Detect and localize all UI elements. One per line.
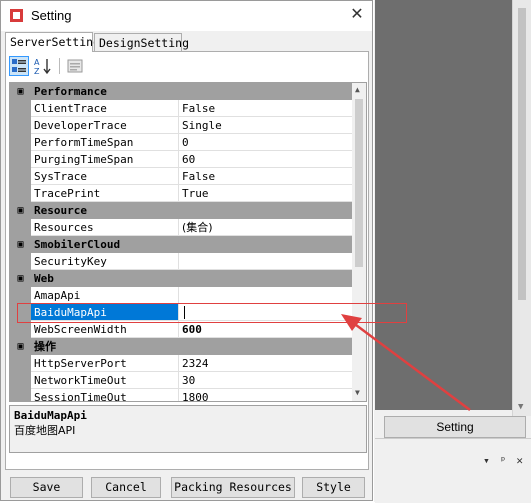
property-name: Resources — [31, 219, 179, 236]
title-bar[interactable]: Setting ✕ — [1, 1, 372, 31]
collapse-icon[interactable]: ▣ — [10, 236, 31, 253]
property-name: NetworkTimeOut — [31, 372, 179, 389]
property-value[interactable]: 0 — [179, 134, 352, 151]
svg-text:A: A — [34, 58, 40, 67]
pin-icon[interactable]: ᵖ — [500, 454, 507, 467]
property-name: SecurityKey — [31, 253, 179, 270]
property-pages-icon — [67, 59, 83, 73]
property-row[interactable]: HttpServerPort 2324 — [10, 355, 352, 372]
alphabetical-button[interactable]: A Z — [33, 56, 53, 76]
property-row[interactable]: SysTrace False — [10, 168, 352, 185]
setting-dialog: Setting ✕ ServerSetting DesignSetting A … — [0, 0, 373, 501]
description-panel: BaiduMapApi 百度地图API — [9, 405, 367, 453]
dropdown-icon[interactable]: ▾ — [483, 454, 490, 467]
style-button[interactable]: Style — [302, 477, 365, 498]
sort-alpha-icon: A Z — [34, 58, 51, 76]
property-name: ClientTrace — [31, 100, 179, 117]
property-value[interactable]: False — [179, 168, 352, 185]
property-name: SysTrace — [31, 168, 179, 185]
close-icon: ✕ — [350, 6, 364, 23]
app-icon — [10, 9, 23, 22]
description-text: 百度地图API — [14, 424, 76, 437]
window-title: Setting — [31, 8, 72, 23]
collapse-icon[interactable]: ▣ — [10, 202, 31, 219]
property-grid[interactable]: ▣ Performance ClientTrace False DeveloperT… — [9, 82, 367, 402]
ide-scroll-down-icon[interactable]: ▼ — [518, 402, 523, 412]
property-row[interactable]: DeveloperTrace Single — [10, 117, 352, 134]
property-value[interactable]: Single — [179, 117, 352, 134]
collapse-icon[interactable]: ▣ — [10, 338, 31, 355]
property-value[interactable]: 30 — [179, 372, 352, 389]
property-name: SessionTimeOut — [31, 389, 179, 401]
property-name: HttpServerPort — [31, 355, 179, 372]
category-label: Web — [34, 272, 54, 285]
property-row[interactable]: SecurityKey — [10, 253, 352, 270]
ide-scroll-thumb[interactable] — [518, 8, 526, 300]
categorized-button[interactable] — [9, 56, 29, 76]
property-row[interactable]: NetworkTimeOut 30 — [10, 372, 352, 389]
property-name: DeveloperTrace — [31, 117, 179, 134]
category-web[interactable]: ▣ Web — [10, 270, 352, 287]
category-label: Performance — [34, 85, 107, 98]
toolbar-separator — [59, 58, 60, 74]
property-name: WebScreenWidth — [31, 321, 179, 338]
grid-scrollbar[interactable]: ▲ ▼ — [352, 83, 366, 401]
grid-scroll-thumb[interactable] — [355, 99, 363, 267]
property-value[interactable]: 2324 — [179, 355, 352, 372]
property-row[interactable]: SessionTimeOut 1800 — [10, 389, 352, 401]
scroll-down-icon[interactable]: ▼ — [355, 388, 360, 397]
property-name: TracePrint — [31, 185, 179, 202]
designer-surface — [375, 0, 512, 410]
close-icon[interactable]: ✕ — [516, 454, 523, 467]
property-row[interactable]: ClientTrace False — [10, 100, 352, 117]
property-row[interactable]: TracePrint True — [10, 185, 352, 202]
ide-scrollbar[interactable]: ▼ — [512, 0, 531, 416]
property-row[interactable]: Resources (集合) — [10, 219, 352, 236]
ide-pane-strip: ▾ ᵖ ✕ — [375, 438, 531, 503]
category-operations[interactable]: ▣ 操作 — [10, 338, 352, 355]
collapse-icon[interactable]: ▣ — [10, 83, 31, 100]
cancel-button[interactable]: Cancel — [91, 477, 161, 498]
ide-setting-label: Setting — [436, 420, 474, 434]
category-label: Resource — [34, 204, 87, 217]
property-name: AmapApi — [31, 287, 179, 304]
tab-server-setting[interactable]: ServerSetting — [5, 32, 100, 52]
property-value[interactable]: 600 — [179, 321, 352, 338]
packing-resources-button[interactable]: Packing Resources — [171, 477, 295, 498]
property-toolbar: A Z — [5, 54, 367, 80]
close-button[interactable]: ✕ — [346, 5, 368, 25]
property-value[interactable]: 1800 — [179, 389, 352, 401]
category-label: SmobilerCloud — [34, 238, 121, 251]
property-row[interactable]: PurgingTimeSpan 60 — [10, 151, 352, 168]
property-name: PerformTimeSpan — [31, 134, 179, 151]
description-title: BaiduMapApi — [14, 409, 87, 422]
categorized-icon — [12, 59, 26, 72]
property-row[interactable]: WebScreenWidth 600 — [10, 321, 352, 338]
property-name: PurgingTimeSpan — [31, 151, 179, 168]
property-row[interactable]: PerformTimeSpan 0 — [10, 134, 352, 151]
property-value[interactable]: (集合) — [179, 219, 352, 236]
property-value[interactable] — [179, 287, 352, 304]
category-label: 操作 — [34, 340, 56, 353]
property-value[interactable]: False — [179, 100, 352, 117]
property-value[interactable] — [179, 253, 352, 270]
category-resource[interactable]: ▣ Resource — [10, 202, 352, 219]
category-smobilercloud[interactable]: ▣ SmobilerCloud — [10, 236, 352, 253]
annotation-highlight-box — [17, 303, 407, 323]
property-value[interactable]: 60 — [179, 151, 352, 168]
svg-text:Z: Z — [34, 67, 40, 76]
save-button[interactable]: Save — [10, 477, 83, 498]
tab-design-setting[interactable]: DesignSetting — [94, 33, 189, 51]
scroll-up-icon[interactable]: ▲ — [355, 85, 360, 94]
category-performance[interactable]: ▣ Performance — [10, 83, 352, 100]
collapse-icon[interactable]: ▣ — [10, 270, 31, 287]
property-value[interactable]: True — [179, 185, 352, 202]
property-row[interactable]: AmapApi — [10, 287, 352, 304]
ide-setting-button[interactable]: Setting — [384, 416, 526, 438]
property-pages-button[interactable] — [65, 56, 85, 76]
